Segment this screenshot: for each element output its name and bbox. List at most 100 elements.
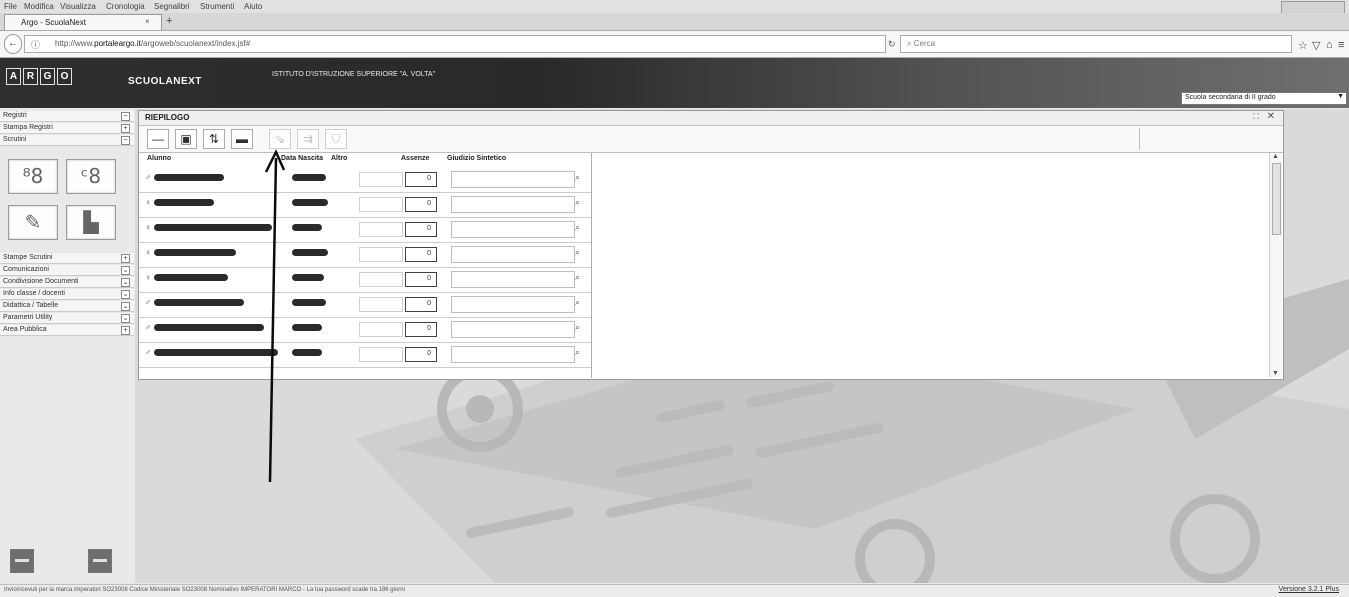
column-header-alunno[interactable]: Alunno	[147, 155, 171, 162]
reload-icon[interactable]: ↻	[888, 39, 896, 50]
search-input[interactable]: ⌕ Cerca	[900, 35, 1292, 53]
altro-field[interactable]	[359, 222, 403, 237]
voti-proposti-button[interactable]: ⁸8	[8, 159, 58, 194]
menu-icon[interactable]: ≡	[1338, 39, 1344, 51]
lookup-icon[interactable]: ⌕	[575, 347, 580, 358]
sidebar-item-comunicazioni[interactable]: Comunicazioni ⌄	[0, 265, 134, 276]
collapse-icon[interactable]: −	[121, 136, 130, 145]
school-type-select[interactable]: Scuola secondaria di II grado ▼	[1181, 92, 1347, 105]
sidebar-item-stampe-scrutini[interactable]: Stampe Scrutini +	[0, 253, 134, 264]
sidebar-item-scrutini[interactable]: Scrutini −	[0, 135, 134, 146]
menu-visualizza[interactable]: Visualizza	[60, 2, 96, 11]
assenze-field[interactable]: 0	[405, 247, 437, 262]
menu-file[interactable]: File	[4, 2, 17, 11]
menu-modifica[interactable]: Modifica	[24, 2, 54, 11]
maximize-icon[interactable]: ⛶	[1253, 112, 1259, 122]
assenze-field[interactable]: 0	[405, 197, 437, 212]
giudizio-field[interactable]	[451, 296, 575, 313]
sidebar-item-registri[interactable]: Registri −	[0, 111, 134, 122]
table-row[interactable]: ♀ 0 ⌕	[139, 242, 591, 268]
expand-icon[interactable]: +	[121, 254, 130, 263]
table-row[interactable]: ♀ 0 ⌕	[139, 267, 591, 293]
info-icon[interactable]: ⓘ	[31, 38, 40, 51]
save-button[interactable]: ▣	[175, 129, 197, 149]
altro-field[interactable]	[359, 197, 403, 212]
giudizio-button[interactable]: ⇘	[269, 129, 291, 149]
table-row[interactable]: ♀ 0 ⌕	[139, 192, 591, 218]
lookup-icon[interactable]: ⌕	[575, 272, 580, 283]
import-button[interactable]: ⇅	[203, 129, 225, 149]
menu-aiuto[interactable]: Aiuto	[244, 2, 262, 11]
chevron-down-icon[interactable]: ⌄	[121, 314, 130, 323]
giudizio-field[interactable]	[451, 221, 575, 238]
table-row[interactable]: ♀ 0 ⌕	[139, 217, 591, 243]
assenze-field[interactable]: 0	[405, 272, 437, 287]
shield-button[interactable]: ⛉	[325, 129, 347, 149]
footer-button-right[interactable]	[88, 549, 112, 573]
table-row[interactable]: ♂ 0 ⌕	[139, 317, 591, 343]
sidebar-item-info-classe[interactable]: Info classe / docenti ⌄	[0, 289, 134, 300]
caricamento-voti-button[interactable]: ᶜ8	[66, 159, 116, 194]
back-tool-button[interactable]: —	[147, 129, 169, 149]
lookup-icon[interactable]: ⌕	[575, 172, 580, 183]
giudizio-field[interactable]	[451, 196, 575, 213]
column-header-assenze[interactable]: Assenze	[401, 155, 429, 162]
url-bar[interactable]: ⓘ http://www.portaleargo.it/argoweb/scuo…	[24, 35, 886, 53]
table-row[interactable]: ♂ 0 ⌕	[139, 167, 591, 193]
altro-field[interactable]	[359, 272, 403, 287]
table-row[interactable]: ♂ 0 ⌕	[139, 292, 591, 318]
menu-cronologia[interactable]: Cronologia	[106, 2, 145, 11]
chevron-down-icon[interactable]: ▼	[1337, 93, 1344, 100]
altro-field[interactable]	[359, 347, 403, 362]
sidebar-item-condivisione-documenti[interactable]: Condivisione Documenti ⌄	[0, 277, 134, 288]
home-icon[interactable]: ⌂	[1326, 39, 1333, 51]
sidebar-item-area-pubblica[interactable]: Area Pubblica +	[0, 325, 134, 336]
giudizi-button[interactable]: ✎	[8, 205, 58, 240]
giudizio-field[interactable]	[451, 321, 575, 338]
assenze-field[interactable]: 0	[405, 322, 437, 337]
menu-strumenti[interactable]: Strumenti	[200, 2, 234, 11]
column-header-giudizio[interactable]: Giudizio Sintetico	[447, 155, 506, 162]
scroll-up-icon[interactable]: ▲	[1272, 153, 1279, 160]
lookup-icon[interactable]: ⌕	[575, 247, 580, 258]
lookup-icon[interactable]: ⌕	[575, 197, 580, 208]
expand-icon[interactable]: +	[121, 326, 130, 335]
assenze-field[interactable]: 0	[405, 172, 437, 187]
giudizio-field[interactable]	[451, 171, 575, 188]
export-button[interactable]: ⇉	[297, 129, 319, 149]
table-row[interactable]: ♂ 0 ⌕	[139, 342, 591, 368]
pocket-icon[interactable]: ▽	[1312, 39, 1320, 52]
assenze-field[interactable]: 0	[405, 222, 437, 237]
display-button[interactable]: ▬	[231, 129, 253, 149]
lookup-icon[interactable]: ⌕	[575, 322, 580, 333]
tab-close-icon[interactable]: ×	[145, 17, 150, 26]
bookmark-star-icon[interactable]: ☆	[1298, 39, 1308, 52]
assenze-field[interactable]: 0	[405, 347, 437, 362]
sidebar-item-didattica[interactable]: Didattica / Tabelle ⌄	[0, 301, 134, 312]
vertical-scrollbar[interactable]: ▲ ▼	[1269, 153, 1282, 377]
expand-icon[interactable]: +	[121, 124, 130, 133]
giudizio-field[interactable]	[451, 271, 575, 288]
giudizio-field[interactable]	[451, 246, 575, 263]
sidebar-item-stampa-registri[interactable]: Stampa Registri +	[0, 123, 134, 134]
lookup-icon[interactable]: ⌕	[575, 297, 580, 308]
back-button[interactable]: ←	[4, 34, 22, 54]
documenti-button[interactable]: ▙	[66, 205, 116, 240]
footer-button-left[interactable]	[10, 549, 34, 573]
altro-field[interactable]	[359, 322, 403, 337]
version-link[interactable]: Versione 3.2.1 Plus	[1279, 586, 1339, 593]
assenze-field[interactable]: 0	[405, 297, 437, 312]
altro-field[interactable]	[359, 247, 403, 262]
collapse-icon[interactable]: −	[121, 112, 130, 121]
close-icon[interactable]: ✕	[1267, 111, 1275, 122]
giudizio-field[interactable]	[451, 346, 575, 363]
chevron-down-icon[interactable]: ⌄	[121, 278, 130, 287]
lookup-icon[interactable]: ⌕	[575, 222, 580, 233]
sidebar-item-parametri-utility[interactable]: Parametri Utility ⌄	[0, 313, 134, 324]
scroll-down-icon[interactable]: ▼	[1272, 370, 1279, 377]
column-header-data-nascita[interactable]: Data Nascita	[281, 155, 323, 162]
new-tab-button[interactable]: +	[166, 15, 172, 27]
chevron-down-icon[interactable]: ⌄	[121, 266, 130, 275]
chevron-down-icon[interactable]: ⌄	[121, 302, 130, 311]
scrollbar-thumb[interactable]	[1272, 163, 1281, 235]
